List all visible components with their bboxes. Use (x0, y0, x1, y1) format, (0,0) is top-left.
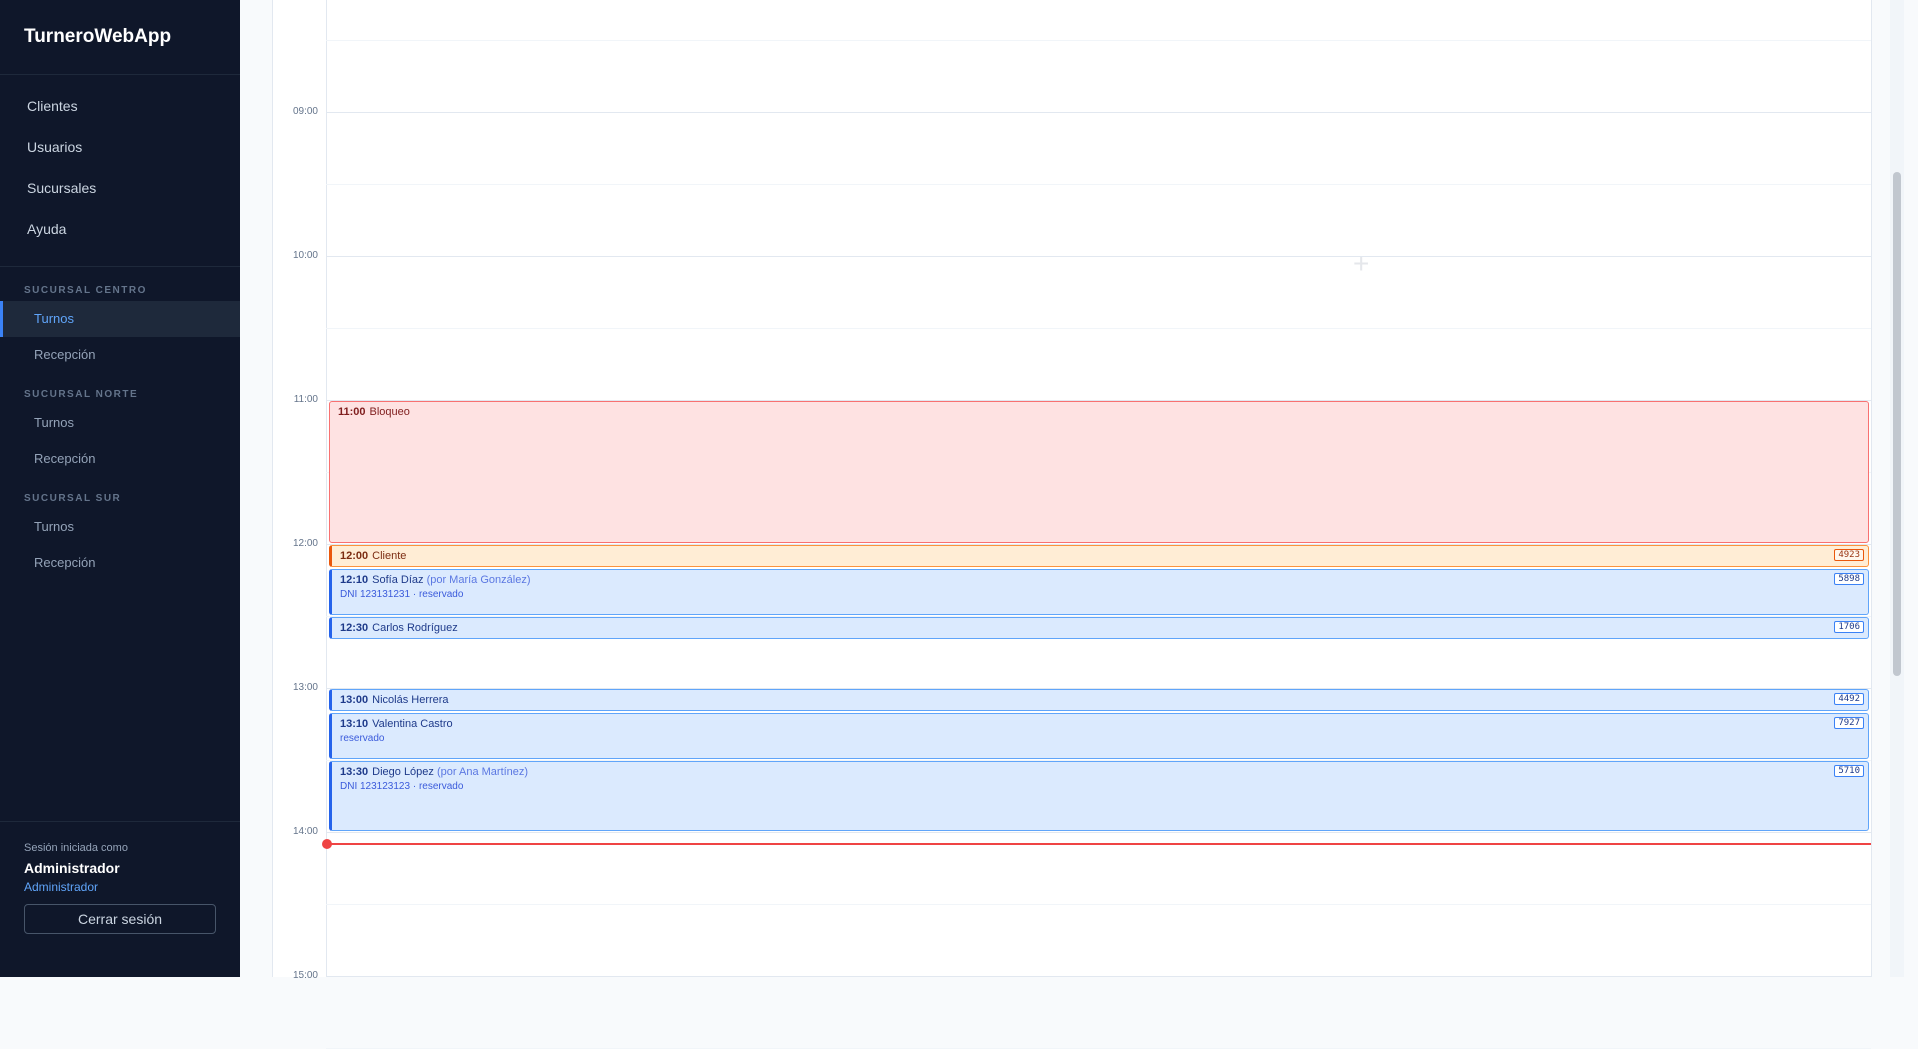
half-hour-line (326, 904, 1871, 905)
block-event[interactable]: 11:00 Bloqueo (329, 401, 1869, 543)
session-caption: Sesión iniciada como (24, 842, 128, 854)
event-code-badge: 1706 (1834, 621, 1864, 633)
time-label: 09:00 (292, 106, 318, 117)
event-time: 11:00 (338, 406, 366, 418)
hour-line (326, 832, 1871, 833)
day-calendar[interactable]: + 09:00 10:00 11:00 12:00 13:00 14:00 15:00 11:… (272, 0, 1872, 1049)
time-label: 14:00 (292, 826, 318, 837)
branch-label-norte: SUCURSAL NORTE (24, 389, 139, 400)
event-name: Bloqueo (369, 406, 410, 418)
event-booked-by: (por María González) (426, 574, 531, 586)
event-code-badge: 7927 (1834, 717, 1864, 729)
app-title[interactable]: TurneroWebApp (0, 0, 240, 75)
event-code-badge: 4923 (1834, 549, 1864, 561)
event-details: DNI 123123123 · reservado (340, 781, 464, 792)
appointment-event[interactable]: 12:10 Sofía Díaz (por María González) DNI … (329, 569, 1869, 615)
half-hour-line (326, 40, 1871, 41)
half-hour-line (326, 184, 1871, 185)
appointment-event[interactable]: 13:00 Nicolás Herrera 4492 (329, 689, 1869, 711)
nav-item-ayuda[interactable]: Ayuda (0, 209, 240, 250)
hour-line (326, 112, 1871, 113)
event-time: 13:10 (340, 718, 369, 730)
event-time: 13:00 (340, 694, 369, 706)
time-label: 12:00 (292, 538, 318, 549)
vertical-scrollbar[interactable] (1890, 0, 1904, 977)
event-time: 12:10 (340, 574, 369, 586)
session-user-name: Administrador (24, 860, 120, 876)
event-name: Valentina Castro (372, 718, 453, 730)
half-hour-line (326, 328, 1871, 329)
time-label: 10:00 (292, 250, 318, 261)
event-details: DNI 123131231 · reservado (340, 589, 464, 600)
hour-line (326, 256, 1871, 257)
appointment-event[interactable]: 13:30 Diego López (por Ana Martínez) DNI 1… (329, 761, 1869, 831)
session-user-role: Administrador (24, 880, 99, 894)
time-label: 11:00 (293, 394, 318, 405)
event-code-badge: 5710 (1834, 765, 1864, 777)
nav-item-clientes[interactable]: Clientes (0, 86, 240, 127)
event-name: Sofía Díaz (372, 574, 424, 586)
event-details: reservado (340, 733, 385, 744)
main-nav: Clientes Usuarios Sucursales Ayuda (0, 75, 240, 267)
branch-label-centro: SUCURSAL CENTRO (24, 285, 147, 296)
event-time: 13:30 (340, 766, 369, 778)
branch-label-sur: SUCURSAL SUR (24, 493, 122, 504)
branch-sur-recepcion[interactable]: Recepción (0, 545, 240, 581)
main-area: + 09:00 10:00 11:00 12:00 13:00 14:00 15:00 11:… (240, 0, 1904, 1049)
event-name: Diego López (372, 766, 434, 778)
appointment-event[interactable]: 13:10 Valentina Castro reservado 7927 (329, 713, 1869, 759)
add-slot-icon: + (1353, 248, 1370, 279)
branch-centro-recepcion[interactable]: Recepción (0, 337, 240, 373)
branch-sur-turnos[interactable]: Turnos (0, 509, 240, 545)
scrollbar-thumb[interactable] (1893, 172, 1901, 676)
event-name: Nicolás Herrera (372, 694, 449, 706)
sidebar: TurneroWebApp Clientes Usuarios Sucursal… (0, 0, 240, 977)
event-name: Cliente (372, 550, 407, 562)
event-time: 12:00 (340, 550, 369, 562)
current-time-indicator (322, 839, 332, 849)
event-booked-by: (por Ana Martínez) (436, 766, 529, 778)
branch-nav: SUCURSAL CENTRO Turnos Recepción SUCURSA… (0, 281, 240, 581)
client-event[interactable]: 12:00 Cliente 4923 (329, 545, 1869, 567)
branch-centro-turnos[interactable]: Turnos (0, 301, 240, 337)
branch-norte-turnos[interactable]: Turnos (0, 405, 240, 441)
event-name: Carlos Rodríguez (372, 622, 458, 634)
appointment-event[interactable]: 12:30 Carlos Rodríguez 1706 (329, 617, 1869, 639)
branch-norte-recepcion[interactable]: Recepción (0, 441, 240, 477)
nav-item-sucursales[interactable]: Sucursales (0, 168, 240, 209)
time-label: 15:00 (292, 970, 318, 981)
current-time-line (326, 843, 1871, 845)
event-time: 12:30 (340, 622, 369, 634)
event-code-badge: 4492 (1834, 693, 1864, 705)
event-code-badge: 5898 (1834, 573, 1864, 585)
nav-item-usuarios[interactable]: Usuarios (0, 127, 240, 168)
session-box: Sesión iniciada como Administrador Admin… (0, 821, 240, 977)
logout-button[interactable]: Cerrar sesión (24, 904, 216, 934)
time-gutter-divider (326, 0, 327, 977)
time-label: 13:00 (292, 682, 318, 693)
